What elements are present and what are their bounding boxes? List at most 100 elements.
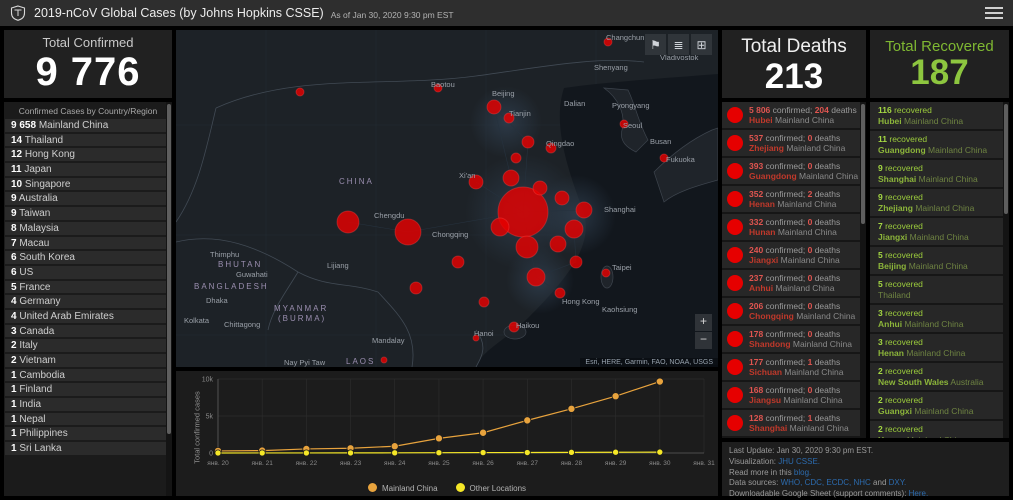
data-point[interactable] <box>524 449 530 455</box>
case-cluster-marker[interactable] <box>479 297 489 307</box>
recovered-row[interactable]: 9 recovered Zhejiang Mainland China <box>870 189 1009 216</box>
basemap-gallery-icon[interactable]: ⊞ <box>691 34 712 55</box>
country-row[interactable]: 7 Macau <box>5 237 171 250</box>
dxy-link[interactable]: DXY. <box>889 478 907 487</box>
country-row[interactable]: 12 Hong Kong <box>5 148 171 161</box>
case-cluster-marker[interactable] <box>550 236 566 252</box>
death-row[interactable]: 5 806 confirmed; 204 deaths Hubei Mainla… <box>722 102 866 128</box>
death-row[interactable]: 237 confirmed; 0 deaths Anhui Mainland C… <box>722 270 866 296</box>
scrollbar[interactable] <box>1003 102 1009 438</box>
data-point[interactable] <box>480 449 486 455</box>
case-cluster-marker[interactable] <box>395 219 421 245</box>
death-row[interactable]: 537 confirmed; 0 deaths Zhejiang Mainlan… <box>722 130 866 156</box>
country-row[interactable]: 1 Nepal <box>5 413 171 426</box>
legend-mainland-china[interactable]: Mainland China <box>368 483 438 493</box>
data-point[interactable] <box>391 443 398 450</box>
case-cluster-marker[interactable] <box>576 202 592 218</box>
recovered-row[interactable]: 5 recovered Thailand <box>870 276 1009 303</box>
case-cluster-marker[interactable] <box>503 170 519 186</box>
data-point[interactable] <box>303 450 309 456</box>
country-row[interactable]: 5 France <box>5 281 171 294</box>
death-row[interactable]: 206 confirmed; 0 deaths Chongqing Mainla… <box>722 298 866 324</box>
death-row[interactable]: 177 confirmed; 1 deaths Sichuan Mainland… <box>722 354 866 380</box>
data-point[interactable] <box>656 378 663 385</box>
country-row[interactable]: 6 South Korea <box>5 251 171 264</box>
case-cluster-marker[interactable] <box>296 88 304 96</box>
data-point[interactable] <box>657 449 663 455</box>
map-panel[interactable]: ChangchunVladivostokShenyangBaotouBeijin… <box>176 30 718 367</box>
country-row[interactable]: 9 Australia <box>5 192 171 205</box>
data-point[interactable] <box>568 449 574 455</box>
data-point[interactable] <box>435 435 442 442</box>
case-cluster-marker[interactable] <box>516 236 538 258</box>
case-cluster-marker[interactable] <box>491 218 509 236</box>
case-cluster-marker[interactable] <box>522 136 534 148</box>
menu-icon[interactable] <box>985 7 1003 19</box>
recovered-row[interactable]: 11 recovered Guangdong Mainland China <box>870 131 1009 158</box>
zoom-out-button[interactable]: − <box>695 332 712 349</box>
country-row[interactable]: 4 Germany <box>5 295 171 308</box>
data-point[interactable] <box>436 450 442 456</box>
recovered-row[interactable]: 2 recovered Hunan Mainland China <box>870 421 1009 438</box>
nhc-link[interactable]: NHC <box>851 478 871 487</box>
death-row[interactable]: 128 confirmed; 1 deaths Shanghai Mainlan… <box>722 410 866 436</box>
data-point[interactable] <box>524 417 531 424</box>
case-cluster-marker[interactable] <box>381 357 387 363</box>
recovered-row[interactable]: 2 recovered New South Wales Australia <box>870 363 1009 390</box>
data-point[interactable] <box>347 450 353 456</box>
case-cluster-marker[interactable] <box>565 220 583 238</box>
case-cluster-marker[interactable] <box>533 181 547 195</box>
scrollbar[interactable] <box>166 102 172 496</box>
country-row[interactable]: 2 Vietnam <box>5 354 171 367</box>
who-link[interactable]: WHO, <box>781 478 803 487</box>
recovered-row[interactable]: 3 recovered Anhui Mainland China <box>870 305 1009 332</box>
legend-other-locations[interactable]: Other Locations <box>456 483 526 493</box>
jhu-csse-link[interactable]: JHU CSSE. <box>778 457 820 466</box>
death-row[interactable]: 332 confirmed; 0 deaths Hunan Mainland C… <box>722 214 866 240</box>
country-row[interactable]: 1 Sri Lanka <box>5 442 171 455</box>
country-row[interactable]: 1 Finland <box>5 383 171 396</box>
country-row[interactable]: 1 India <box>5 398 171 411</box>
recovered-row[interactable]: 2 recovered Guangxi Mainland China <box>870 392 1009 419</box>
country-row[interactable]: 9 658 Mainland China <box>5 119 171 132</box>
data-point[interactable] <box>612 393 619 400</box>
zoom-in-button[interactable]: + <box>695 314 712 331</box>
case-cluster-marker[interactable] <box>410 282 422 294</box>
country-row[interactable]: 1 Cambodia <box>5 369 171 382</box>
country-row[interactable]: 6 US <box>5 266 171 279</box>
bookmarks-icon[interactable]: ⚑ <box>645 34 666 55</box>
recovered-row[interactable]: 9 recovered Shanghai Mainland China <box>870 160 1009 187</box>
timeline-chart[interactable]: 05k10kянв. 20янв. 21янв. 22янв. 23янв. 2… <box>176 371 718 471</box>
ecdc-link[interactable]: ECDC, <box>824 478 851 487</box>
country-row[interactable]: 3 Canada <box>5 325 171 338</box>
death-row[interactable]: 352 confirmed; 2 deaths Henan Mainland C… <box>722 186 866 212</box>
blog-link[interactable]: blog. <box>794 468 811 477</box>
case-cluster-marker[interactable] <box>511 153 521 163</box>
sheet-link[interactable]: Here. <box>909 489 929 498</box>
death-row[interactable]: 168 confirmed; 0 deaths Jiangsu Mainland… <box>722 382 866 408</box>
recovered-row[interactable]: 116 recovered Hubei Mainland China <box>870 102 1009 129</box>
country-row[interactable]: 8 Malaysia <box>5 222 171 235</box>
scrollbar[interactable] <box>860 102 866 438</box>
data-point[interactable] <box>215 450 221 456</box>
case-cluster-marker[interactable] <box>337 211 359 233</box>
data-point[interactable] <box>392 450 398 456</box>
recovered-row[interactable]: 5 recovered Beijing Mainland China <box>870 247 1009 274</box>
country-row[interactable]: 9 Taiwan <box>5 207 171 220</box>
country-row[interactable]: 11 Japan <box>5 163 171 176</box>
country-row[interactable]: 4 United Arab Emirates <box>5 310 171 323</box>
case-cluster-marker[interactable] <box>487 100 501 114</box>
country-row[interactable]: 1 Philippines <box>5 427 171 440</box>
case-cluster-marker[interactable] <box>452 256 464 268</box>
world-map[interactable]: ChangchunVladivostokShenyangBaotouBeijin… <box>176 30 718 367</box>
recovered-row[interactable]: 3 recovered Henan Mainland China <box>870 334 1009 361</box>
data-point[interactable] <box>259 450 265 456</box>
case-cluster-marker[interactable] <box>570 256 582 268</box>
cdc-link[interactable]: CDC, <box>802 478 824 487</box>
country-row[interactable]: 14 Thailand <box>5 134 171 147</box>
country-row[interactable]: 2 Italy <box>5 339 171 352</box>
case-cluster-marker[interactable] <box>555 191 569 205</box>
case-cluster-marker[interactable] <box>527 268 545 286</box>
case-cluster-marker[interactable] <box>602 269 610 277</box>
data-point[interactable] <box>479 429 486 436</box>
